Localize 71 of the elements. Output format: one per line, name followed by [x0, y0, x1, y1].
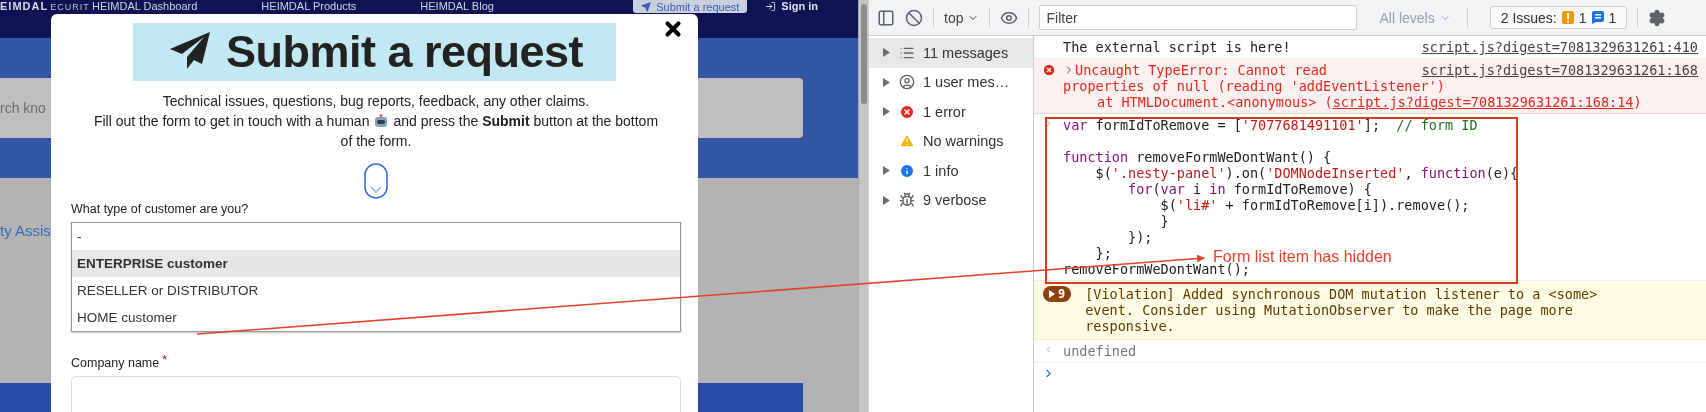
list-option[interactable]: -: [72, 223, 680, 250]
code-line: $('li#' + formIdToRemove[i]).remove();: [1159, 197, 1470, 213]
description-text: and press the Submit button at the bottom: [393, 113, 659, 129]
customer-type-listbox[interactable]: - ENTERPRISE customer RESELLER or DISTRIBUTOR HOME customer: [71, 222, 681, 332]
expand-icon[interactable]: [1049, 290, 1055, 298]
code-line: function removeFormWeDontWant() {: [1063, 149, 1332, 165]
code-line: });: [1127, 229, 1153, 245]
expand-icon[interactable]: [883, 48, 890, 58]
info-icon: [899, 162, 915, 179]
dialog-title: Submit a request: [225, 26, 584, 78]
violation-message: [Violation] Added synchronous DOM mutation listener to a <some> event. Consider using MutationObserver to make the page more responsive.: [1085, 286, 1599, 334]
console-message: The external script is here!: [1063, 39, 1292, 55]
error-message: Uncaught TypeError: Cannot read: [1075, 62, 1327, 78]
description-text: Technical issues, questions, bug reports, feedback, any other claims.: [162, 93, 590, 109]
expand-icon[interactable]: [883, 166, 890, 176]
paper-plane-icon: [641, 1, 652, 12]
stack-trace: at HTMLDocument.<anonymous> (: [1096, 94, 1333, 110]
code-line: };: [1094, 245, 1112, 261]
source-link[interactable]: script.js?digest=7081329631261:168: [1421, 62, 1698, 78]
list-option[interactable]: ENTERPRISE customer: [72, 250, 680, 277]
code-line: var formIdToRemove = ['7077681491101']; // form ID: [1063, 117, 1478, 133]
code-line: for(var i in formIdToRemove) {: [1127, 181, 1372, 197]
filter-field[interactable]: Filter: [1039, 5, 1358, 30]
list-option[interactable]: HOME customer: [72, 304, 680, 331]
settings-icon[interactable]: [1648, 8, 1667, 27]
sidebar-toggle-icon[interactable]: [877, 8, 895, 27]
expand-icon[interactable]: [883, 107, 890, 117]
sidebar-item[interactable]: 1 info: [869, 156, 1033, 186]
stack-link[interactable]: script.js?digest=7081329631261:168:14: [1332, 94, 1634, 110]
result-value: undefined: [1063, 343, 1138, 359]
warning-icon: [899, 133, 915, 150]
bug-icon: [899, 192, 915, 209]
user-icon: [899, 74, 915, 91]
stack-trace: ): [1633, 94, 1642, 110]
nav-link[interactable]: HEIMDAL Dashboard: [92, 0, 198, 13]
submit-request-button[interactable]: Submit a request: [633, 0, 748, 13]
context-select[interactable]: top: [944, 9, 980, 26]
warning-badge-icon: [1561, 11, 1574, 24]
repeat-count[interactable]: 9: [1043, 286, 1072, 302]
sidebar-item[interactable]: 9 verbose: [869, 185, 1033, 215]
sidebar-item[interactable]: 1 error: [869, 97, 1033, 127]
expand-icon[interactable]: [883, 195, 890, 205]
logo-tagline: ECURIT: [50, 1, 90, 14]
field-label: What type of customer are you?: [71, 202, 250, 216]
list-option[interactable]: RESELLER or DISTRIBUTOR: [72, 277, 680, 304]
sidebar-item[interactable]: 1 user mes…: [869, 67, 1033, 97]
required-mark: *: [162, 353, 168, 369]
field-label: Company name: [71, 356, 160, 370]
nav-link[interactable]: HEIMDAL Blog: [420, 0, 494, 13]
expand-icon[interactable]: [883, 77, 890, 87]
close-button[interactable]: [662, 18, 684, 40]
scrollbar[interactable]: [858, 0, 868, 412]
issues-button[interactable]: 2 Issues: 1 1: [1489, 6, 1628, 29]
source-link[interactable]: script.js?digest=7081329631261:410: [1421, 39, 1698, 55]
code-line: }: [1159, 213, 1169, 229]
logo-text: EIMDAL: [0, 0, 49, 13]
sign-in-link[interactable]: Sign in: [765, 0, 818, 13]
error-message: properties of null (reading 'addEventListener'): [1063, 78, 1446, 94]
code-line: $('.nesty-panel').on('DOMNodeInserted', function(e){: [1094, 165, 1519, 181]
error-icon: [1041, 63, 1056, 77]
sign-in-icon: [765, 1, 777, 12]
nav-link[interactable]: HEIMDAL Products: [261, 0, 357, 13]
message-badge-icon: [1591, 11, 1604, 24]
robot-icon: [373, 113, 390, 129]
sidebar-item[interactable]: 11 messages: [869, 38, 1033, 68]
description-text: Fill out the form to get in touch with a human: [93, 113, 370, 129]
error-icon: [899, 103, 915, 120]
description-text: of the form.: [340, 133, 412, 149]
scroll-down-icon[interactable]: [364, 163, 388, 199]
clear-icon[interactable]: [905, 8, 923, 27]
sidebar-item[interactable]: No warnings: [869, 126, 1033, 156]
